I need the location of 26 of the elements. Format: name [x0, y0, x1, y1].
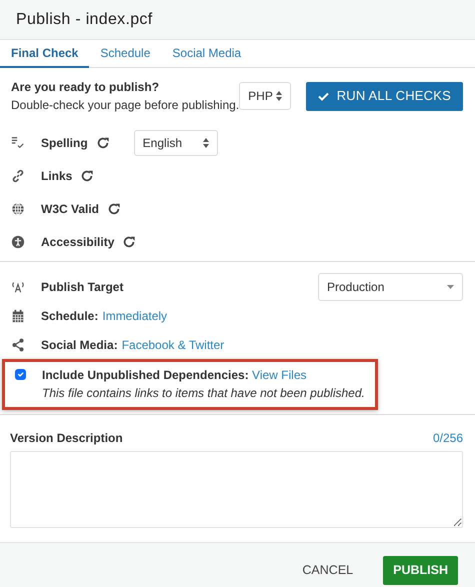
check-label: Spelling [41, 134, 88, 152]
option-label: Schedule: [41, 308, 98, 324]
check-label: W3C Valid [41, 200, 100, 218]
ready-subtitle: Double-check your page before publishing. [11, 97, 240, 114]
character-counter: 0/256 [432, 430, 463, 447]
option-link[interactable]: Facebook & Twitter [122, 336, 224, 354]
check-label: Accessibility [41, 234, 114, 250]
language-select[interactable]: PHP [239, 82, 291, 110]
dependencies-note: This file contains links to items that have not been published. [42, 385, 365, 402]
tab[interactable]: Final Check [0, 40, 90, 68]
option-label: Publish Target [41, 278, 124, 296]
version-label: Version Description [10, 430, 123, 447]
option-link[interactable]: Immediately [102, 306, 168, 324]
run-all-checks-button[interactable]: RUN ALL CHECKS [306, 82, 463, 110]
view-files-link[interactable]: View Files [252, 368, 307, 382]
option-label: Social Media: [41, 336, 118, 354]
ready-title: Are you ready to publish? [11, 79, 160, 96]
publish-target-select[interactable]: Production [318, 272, 463, 300]
tab[interactable]: Social Media [161, 40, 252, 68]
dependencies-label: Include Unpublished Dependencies: [42, 368, 249, 382]
spelling-language-select[interactable]: English [134, 130, 218, 156]
cancel-button[interactable]: CANCEL [296, 560, 360, 580]
tab[interactable]: Schedule [89, 40, 162, 68]
publish-button[interactable]: PUBLISH [383, 556, 458, 584]
check-label: Links [41, 168, 72, 184]
window-title: Publish - index.pcf [16, 10, 152, 30]
